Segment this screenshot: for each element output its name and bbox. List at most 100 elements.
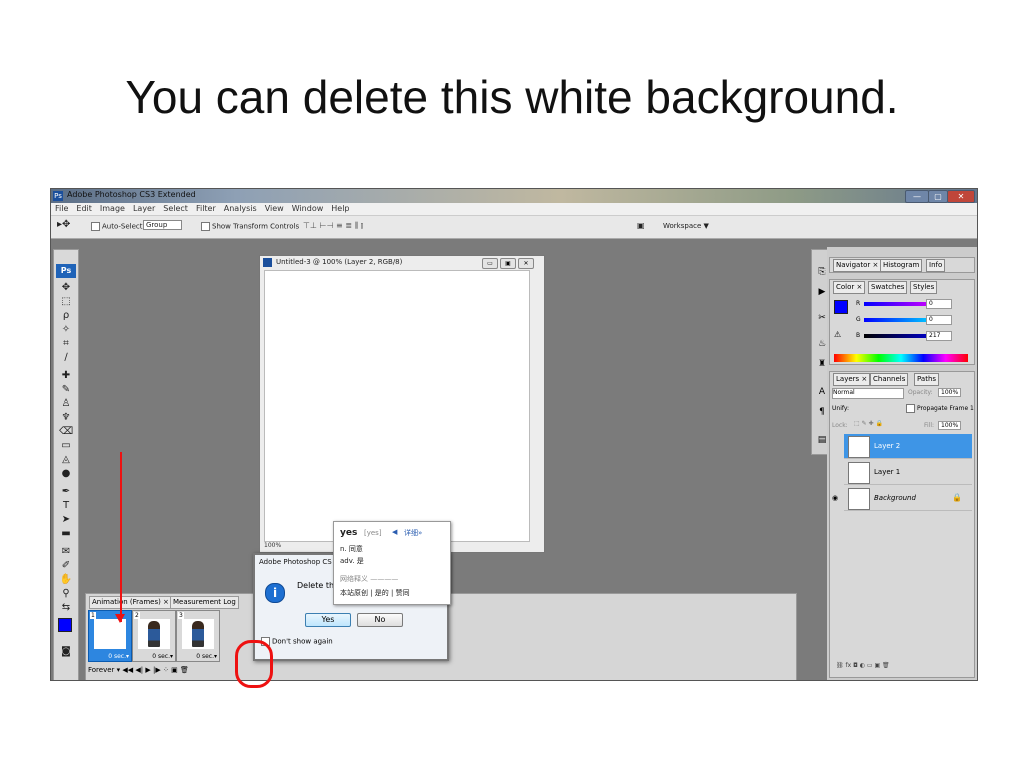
workspace-icon[interactable]: ▣	[637, 221, 645, 230]
layers-footer-icons[interactable]: ⛓ fx ◘ ◐ ▭ ▣ 🗑	[836, 662, 890, 669]
tab-info[interactable]: Info	[926, 259, 946, 272]
pen-tool-icon[interactable]: ✒	[59, 486, 73, 498]
fill-value[interactable]: 100%	[938, 421, 962, 430]
doc-close-button[interactable]: ✕	[518, 258, 534, 269]
notes-tool-icon[interactable]: ✉	[59, 546, 73, 558]
tab-layers[interactable]: Layers ×	[833, 373, 871, 386]
foreground-color-swatch[interactable]	[58, 618, 72, 632]
hand-tool-icon[interactable]: ✋	[59, 574, 73, 586]
menu-select[interactable]: Select	[159, 203, 192, 214]
magic-wand-tool-icon[interactable]: ✧	[59, 324, 73, 336]
menu-file[interactable]: File	[51, 203, 72, 214]
blue-value[interactable]: 217	[926, 331, 952, 341]
marquee-tool-icon[interactable]: ⬚	[59, 296, 73, 308]
crop-tool-icon[interactable]: ⌗	[59, 338, 73, 350]
brush-tool-icon[interactable]: ✎	[59, 384, 73, 396]
no-button[interactable]: No	[357, 613, 403, 627]
tab-measurement-log[interactable]: Measurement Log	[170, 596, 239, 609]
menu-analysis[interactable]: Analysis	[220, 203, 261, 214]
tab-swatches[interactable]: Swatches	[868, 281, 908, 294]
frame-delay[interactable]: 0 sec.▾	[108, 653, 129, 660]
tab-histogram[interactable]: Histogram	[880, 259, 923, 272]
eye-icon[interactable]: ◉	[832, 494, 838, 502]
zoom-tool-icon[interactable]: ⚲	[59, 588, 73, 600]
type-tool-icon[interactable]: T	[59, 500, 73, 512]
tab-color[interactable]: Color ×	[833, 281, 866, 294]
auto-select-option[interactable]: Auto-Select:	[91, 222, 145, 231]
color-spectrum[interactable]	[834, 354, 968, 362]
layer-row-layer-1[interactable]: Layer 1	[844, 460, 972, 485]
maximize-button[interactable]: ▢	[928, 190, 948, 203]
frame-delay[interactable]: 0 sec.▾	[152, 653, 173, 660]
first-frame-icon[interactable]: ◀◀	[122, 666, 133, 674]
foreground-color-box[interactable]	[834, 300, 848, 314]
healing-tool-icon[interactable]: ✚	[59, 370, 73, 382]
tab-navigator[interactable]: Navigator ×	[833, 259, 882, 272]
stamp-tool-icon[interactable]: ♙	[59, 398, 73, 410]
workspace-menu[interactable]: Workspace ▼	[663, 222, 709, 230]
path-select-icon[interactable]: ➤	[59, 514, 73, 526]
menu-help[interactable]: Help	[327, 203, 353, 214]
layer-row-layer-2[interactable]: Layer 2	[844, 434, 972, 459]
doc-maximize-button[interactable]: ▣	[500, 258, 516, 269]
layer-row-background[interactable]: ◉ Background 🔒	[832, 486, 972, 511]
propagate-frame-option[interactable]: Propagate Frame 1	[906, 404, 974, 413]
tab-channels[interactable]: Channels	[870, 373, 909, 386]
show-transform-checkbox[interactable]	[201, 222, 210, 231]
swap-colors-icon[interactable]: ⇆	[59, 602, 73, 614]
gradient-tool-icon[interactable]: ▭	[59, 440, 73, 452]
close-button[interactable]: ✕	[947, 190, 975, 203]
quick-mask-icon[interactable]: ◙	[59, 646, 73, 658]
opacity-value[interactable]: 100%	[938, 388, 962, 397]
menu-view[interactable]: View	[261, 203, 288, 214]
next-frame-icon[interactable]: |▶	[153, 666, 161, 674]
animation-frame-1[interactable]: 1 0 sec.▾	[88, 610, 132, 662]
tab-paths[interactable]: Paths	[914, 373, 940, 386]
speaker-icon[interactable]: ◀	[392, 528, 397, 536]
yes-button[interactable]: Yes	[305, 613, 351, 627]
lock-icons[interactable]: ⬚ ✎ ✚ 🔒	[854, 420, 883, 427]
red-value[interactable]: 0	[926, 299, 952, 309]
delete-frame-icon[interactable]: 🗑	[180, 666, 189, 674]
document-canvas[interactable]	[264, 270, 530, 542]
minimize-button[interactable]: —	[905, 190, 929, 203]
menu-window[interactable]: Window	[288, 203, 328, 214]
new-frame-icon[interactable]: ▣	[171, 666, 178, 674]
loop-select[interactable]: Forever ▾	[88, 666, 120, 674]
dont-show-again-option[interactable]: Don't show again	[261, 637, 333, 646]
align-icons[interactable]: ⊤⊥ ⊢⊣ ≡ ≣ ⫼ ⫾	[303, 221, 363, 231]
red-slider[interactable]: R 0	[856, 299, 952, 309]
eraser-tool-icon[interactable]: ⌫	[59, 426, 73, 438]
menu-layer[interactable]: Layer	[129, 203, 159, 214]
menu-image[interactable]: Image	[96, 203, 129, 214]
eyedropper-tool-icon[interactable]: ✐	[59, 560, 73, 572]
blend-mode-select[interactable]: Normal	[832, 388, 904, 399]
tab-animation-frames[interactable]: Animation (Frames) ×	[89, 596, 172, 609]
group-select[interactable]: Group	[143, 220, 183, 230]
blur-tool-icon[interactable]: ◬	[59, 454, 73, 466]
slice-tool-icon[interactable]: ∕	[59, 352, 73, 364]
dodge-tool-icon[interactable]: ●	[59, 468, 73, 480]
prev-frame-icon[interactable]: ◀|	[135, 666, 143, 674]
tooltip-more-link[interactable]: 详细»	[404, 528, 422, 538]
lasso-tool-icon[interactable]: ρ	[59, 310, 73, 322]
doc-minimize-button[interactable]: ▭	[482, 258, 498, 269]
frame-delay[interactable]: 0 sec.▾	[196, 653, 217, 660]
move-tool-icon[interactable]: ▸✥	[57, 219, 70, 230]
shape-tool-icon[interactable]: ▬	[59, 528, 73, 540]
history-brush-icon[interactable]: ♆	[59, 412, 73, 424]
animation-frame-2[interactable]: 2 0 sec.▾	[132, 610, 176, 662]
blue-slider[interactable]: B 217	[856, 331, 952, 341]
tooltip-links[interactable]: 本站原创 | 是的 | 赞同	[340, 588, 410, 598]
menu-edit[interactable]: Edit	[72, 203, 96, 214]
green-slider[interactable]: G 0	[856, 315, 952, 325]
animation-frame-3[interactable]: 3 0 sec.▾	[176, 610, 220, 662]
play-icon[interactable]: ▶	[145, 666, 150, 674]
auto-select-checkbox[interactable]	[91, 222, 100, 231]
menu-filter[interactable]: Filter	[192, 203, 220, 214]
move-tool-icon[interactable]: ✥	[59, 282, 73, 294]
show-transform-option[interactable]: Show Transform Controls	[201, 222, 299, 231]
green-value[interactable]: 0	[926, 315, 952, 325]
tween-icon[interactable]: ⁘	[163, 666, 169, 674]
tab-styles[interactable]: Styles	[910, 281, 938, 294]
